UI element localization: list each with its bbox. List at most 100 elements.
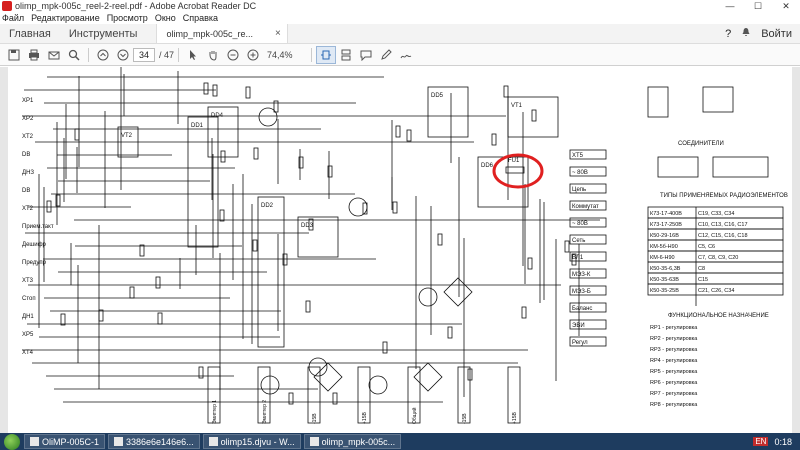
resistor	[252, 239, 258, 252]
terminal-text: -15В	[312, 413, 318, 424]
table-cell: С7, С8, С9, С20	[698, 255, 738, 261]
resistor	[46, 200, 52, 213]
legend-item: RP7 - регулировка	[650, 391, 698, 397]
save-icon[interactable]	[4, 46, 24, 64]
taskbar-item-olimp[interactable]: OlіMP-005C-1	[24, 434, 106, 449]
connector-label: ЭВИ	[572, 323, 585, 329]
comment-icon[interactable]	[356, 46, 376, 64]
connector-label: ~ 80В	[572, 170, 588, 176]
search-icon[interactable]	[64, 46, 84, 64]
resistor	[129, 286, 135, 299]
divider	[311, 47, 313, 62]
sign-icon[interactable]	[396, 46, 416, 64]
terminal-label: DВ	[22, 152, 30, 158]
resistor	[527, 257, 533, 270]
legend-item: RP8 - регулировка	[650, 402, 698, 408]
menu-file[interactable]: Файл	[2, 13, 24, 23]
taskbar-item-acrobat[interactable]: olimp_mpk-005c...	[303, 434, 402, 449]
schematic-diagram: DD1 DD2 DD3 DD4 DD5 DD6 VT1 VT2 XP1 XP2 XT2 DВ ДНЗ DВ…	[22, 67, 788, 424]
pen-icon[interactable]	[376, 46, 396, 64]
table-cell: С19, С33, С34	[698, 211, 734, 217]
menu-view[interactable]: Просмотр	[107, 13, 148, 23]
acrobat-task-icon	[309, 437, 319, 446]
window-controls: — ☐ ✕	[716, 0, 800, 12]
connector-label: МЭЗ-Б	[572, 289, 591, 295]
print-icon[interactable]	[24, 46, 44, 64]
title-bar: olimp_mpk-005c_reel-2-reel.pdf - Adobe A…	[0, 0, 800, 12]
mail-icon[interactable]	[44, 46, 64, 64]
connector-label: Регул	[572, 340, 588, 346]
terminal-label: XT2	[22, 206, 34, 212]
transistor	[368, 375, 388, 395]
tab-close-icon[interactable]: ×	[275, 28, 281, 39]
resistor	[98, 309, 104, 322]
tab-bar: Главная Инструменты olimp_mpk-005c_re...…	[0, 24, 800, 44]
ic-label: VT2	[121, 133, 133, 139]
left-panel-toggle[interactable]	[0, 67, 8, 433]
menu-help[interactable]: Справка	[183, 13, 218, 23]
menu-window[interactable]: Окно	[155, 13, 176, 23]
transistor	[418, 287, 438, 307]
taskbar-item-djvu[interactable]: olimp15.djvu - W...	[202, 434, 301, 449]
help-icon[interactable]: ?	[725, 28, 731, 40]
terminal-label: Прием.такт	[22, 224, 54, 230]
prev-page-icon[interactable]	[93, 46, 113, 64]
clock[interactable]: 0:18	[774, 437, 792, 447]
terminal-label: Предупр	[22, 260, 47, 266]
menu-edit[interactable]: Редактирование	[31, 13, 100, 23]
scroll-mode-icon[interactable]	[336, 46, 356, 64]
terminal-text: +15В	[362, 412, 368, 424]
resistor	[382, 341, 388, 354]
divider	[88, 47, 89, 62]
ic-label: DD2	[261, 203, 274, 209]
maximize-button[interactable]: ☐	[744, 0, 772, 12]
tab-document[interactable]: olimp_mpk-005c_re... ×	[156, 24, 288, 43]
vertical-scrollbar[interactable]	[792, 67, 800, 433]
tab-home[interactable]: Главная	[0, 24, 60, 43]
system-tray: EN 0:18	[753, 437, 800, 447]
transistor	[258, 107, 278, 127]
next-page-icon[interactable]	[113, 46, 133, 64]
taskbar-item-browser[interactable]: 3386e6e146e6...	[108, 434, 200, 449]
terminal-label: ДН1	[22, 314, 34, 320]
fit-page-icon[interactable]	[316, 45, 337, 64]
ic-label: DD4	[211, 113, 224, 119]
zoom-select[interactable]: 74,4%	[267, 50, 307, 60]
ic-label: DD3	[301, 223, 314, 229]
zoom-out-icon[interactable]	[223, 46, 243, 64]
zoom-in-icon[interactable]	[243, 46, 263, 64]
table-cell: КМ-6-Н90	[650, 255, 675, 261]
page-number-input[interactable]: 34	[133, 47, 155, 62]
resistor	[531, 109, 537, 122]
toolbar: 34 / 47 74,4%	[0, 44, 800, 66]
table-cell: С5, С6	[698, 244, 715, 250]
resistor	[203, 82, 209, 95]
terminal-label: Дешифр	[22, 242, 47, 248]
tab-document-label: olimp_mpk-005c_re...	[166, 28, 254, 39]
table-cell: К50-29-16В	[650, 233, 679, 239]
browser-icon	[114, 437, 124, 446]
pdf-page: DD1 DD2 DD3 DD4 DD5 DD6 VT1 VT2 XP1 XP2 XT2 DВ ДНЗ DВ…	[8, 67, 792, 433]
close-button[interactable]: ✕	[772, 0, 800, 12]
table-cell: К50-35-6,3В	[650, 266, 681, 272]
connector-label: МЭЗ-К	[572, 272, 591, 278]
terminal-label: XT3	[22, 278, 34, 284]
terminal-text: Эмиттер 1	[212, 400, 218, 424]
resistor	[139, 244, 145, 257]
minimize-button[interactable]: —	[716, 0, 744, 12]
legend-title: ФУНКЦИОНАЛЬНОЕ НАЗНАЧЕНИЕ	[668, 313, 769, 319]
resistor	[245, 86, 251, 99]
terminal-label: XP5	[22, 332, 34, 338]
tab-tools[interactable]: Инструменты	[60, 24, 147, 43]
start-button[interactable]	[4, 433, 20, 450]
connector-label: ВЛ1	[572, 255, 584, 261]
connector-label: XT5	[572, 153, 584, 159]
bell-icon[interactable]	[741, 27, 751, 40]
language-indicator[interactable]: EN	[753, 437, 769, 446]
hand-icon[interactable]	[203, 46, 223, 64]
document-viewport[interactable]: DD1 DD2 DD3 DD4 DD5 DD6 VT1 VT2 XP1 XP2 XT2 DВ ДНЗ DВ…	[0, 67, 800, 433]
resistor	[447, 326, 453, 339]
select-cursor-icon[interactable]	[183, 46, 203, 64]
tabbar-right: ? Войти	[725, 24, 800, 43]
signin-button[interactable]: Войти	[761, 28, 792, 40]
